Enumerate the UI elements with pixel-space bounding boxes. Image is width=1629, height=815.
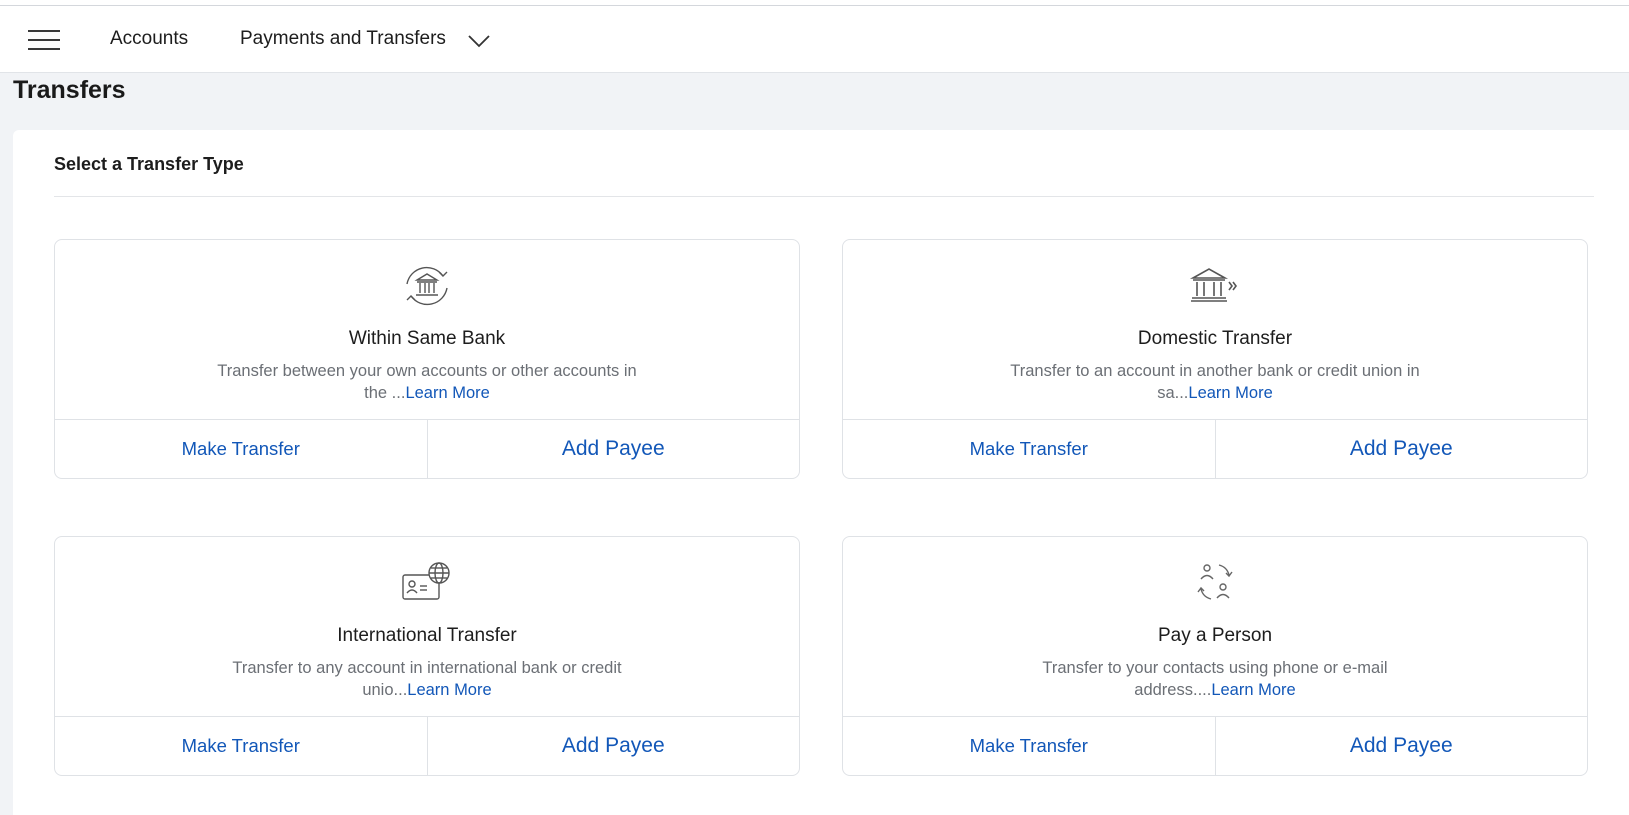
learn-more-link[interactable]: Learn More xyxy=(405,384,489,402)
make-transfer-button[interactable]: Make Transfer xyxy=(843,717,1216,775)
add-payee-button[interactable]: Add Payee xyxy=(428,717,800,775)
card-actions: Make Transfer Add Payee xyxy=(843,419,1587,478)
card-title: International Transfer xyxy=(337,625,517,646)
divider xyxy=(54,196,1594,197)
card-actions: Make Transfer Add Payee xyxy=(55,716,799,775)
card-international-transfer: International Transfer Transfer to any a… xyxy=(54,536,800,776)
make-transfer-button[interactable]: Make Transfer xyxy=(843,420,1216,478)
chevron-down-icon[interactable] xyxy=(466,28,492,52)
learn-more-link[interactable]: Learn More xyxy=(407,681,491,699)
card-description: Transfer to an account in another bank o… xyxy=(993,360,1437,404)
nav-accounts[interactable]: Accounts xyxy=(110,28,188,50)
card-description-line2: the ... xyxy=(364,384,406,402)
card-description-line1: Transfer to any account in international… xyxy=(232,659,622,677)
card-description-line1: Transfer between your own accounts or ot… xyxy=(217,362,637,380)
card-description-line2: address.... xyxy=(1134,681,1212,699)
add-payee-button[interactable]: Add Payee xyxy=(1216,717,1588,775)
international-card-globe-icon xyxy=(402,562,450,600)
person-to-person-icon xyxy=(1197,564,1233,600)
card-actions: Make Transfer Add Payee xyxy=(843,716,1587,775)
add-payee-button[interactable]: Add Payee xyxy=(428,420,800,478)
card-description-line2: unio... xyxy=(362,681,408,699)
card-description-line1: Transfer to your contacts using phone or… xyxy=(1042,659,1388,677)
bank-transfer-icon xyxy=(406,266,448,306)
card-title: Domestic Transfer xyxy=(1137,328,1293,349)
card-description: Transfer to any account in international… xyxy=(205,657,649,701)
page-title: Transfers xyxy=(13,76,126,104)
add-payee-button[interactable]: Add Payee xyxy=(1216,420,1588,478)
card-title: Within Same Bank xyxy=(348,328,506,349)
make-transfer-button[interactable]: Make Transfer xyxy=(55,717,428,775)
card-description-line2: sa... xyxy=(1157,384,1189,402)
card-actions: Make Transfer Add Payee xyxy=(55,419,799,478)
section-title: Select a Transfer Type xyxy=(54,154,244,174)
card-domestic-transfer: Domestic Transfer Transfer to an account… xyxy=(842,239,1588,479)
nav-payments-and-transfers[interactable]: Payments and Transfers xyxy=(240,28,446,50)
card-description: Transfer between your own accounts or ot… xyxy=(205,360,649,404)
make-transfer-button[interactable]: Make Transfer xyxy=(55,420,428,478)
bank-outgoing-icon xyxy=(1189,268,1237,302)
card-description-line1: Transfer to an account in another bank o… xyxy=(1010,362,1420,380)
card-pay-a-person: Pay a Person Transfer to your contacts u… xyxy=(842,536,1588,776)
top-navbar: Accounts Payments and Transfers xyxy=(0,6,1629,73)
card-description: Transfer to your contacts using phone or… xyxy=(993,657,1437,701)
transfer-type-panel: Select a Transfer Type Within Same Bank … xyxy=(13,130,1629,815)
learn-more-link[interactable]: Learn More xyxy=(1211,681,1295,699)
learn-more-link[interactable]: Learn More xyxy=(1188,384,1272,402)
card-within-same-bank: Within Same Bank Transfer between your o… xyxy=(54,239,800,479)
hamburger-menu-icon[interactable] xyxy=(28,30,60,50)
card-title: Pay a Person xyxy=(1157,625,1273,646)
